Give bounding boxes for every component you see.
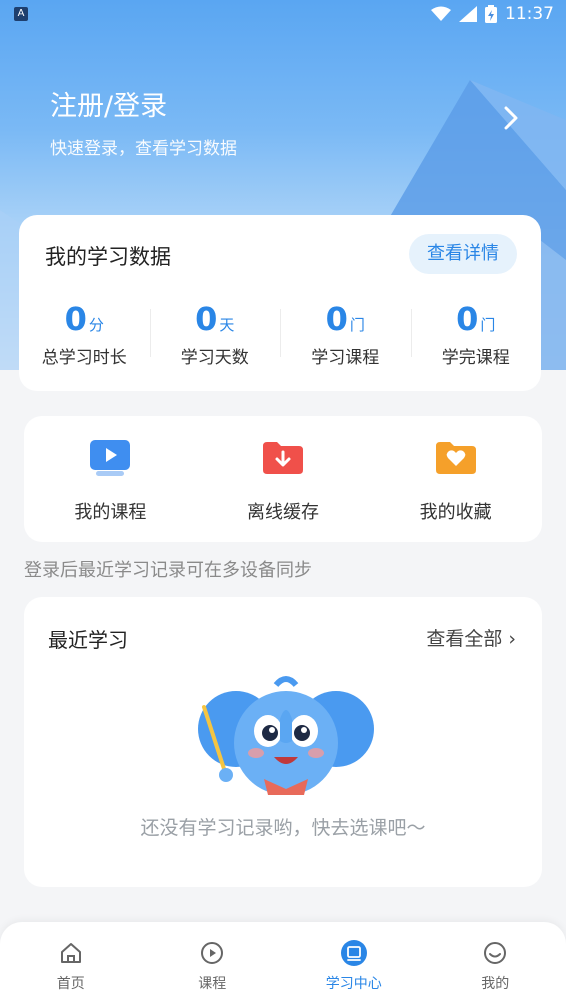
chevron-right-icon[interactable] <box>498 104 524 132</box>
menu-label: 我的收藏 <box>419 502 492 523</box>
stat-value: 0 <box>456 300 479 338</box>
stat-unit: 分 <box>88 316 104 334</box>
app-notification-icon: A <box>14 7 28 21</box>
view-details-button[interactable]: 查看详情 <box>409 234 517 274</box>
tab-home[interactable]: 首页 <box>0 922 142 1006</box>
elephant-mascot-illustration <box>198 676 374 795</box>
tab-learning-center[interactable]: 学习中心 <box>283 922 425 1006</box>
menu-my-favorites[interactable]: 我的收藏 <box>369 416 542 542</box>
view-all-link[interactable]: 查看全部 › <box>426 624 516 651</box>
login-subtitle: 快速登录，查看学习数据 <box>50 139 237 159</box>
stats-title: 我的学习数据 <box>45 245 171 269</box>
download-folder-icon <box>263 442 303 474</box>
stat-study-days[interactable]: 0天 学习天数 <box>149 300 281 368</box>
chevron-right-icon: › <box>502 628 516 650</box>
learning-stats-card: 我的学习数据 查看详情 0分 总学习时长 0天 学习天数 0门 学习课程 0门 … <box>19 215 541 391</box>
tab-label: 课程 <box>198 976 227 992</box>
profile-icon <box>484 942 507 964</box>
bottom-tab-bar: 首页 课程 学习中心 我的 <box>0 922 566 1006</box>
book-icon <box>340 940 367 966</box>
signal-icon <box>459 6 477 22</box>
menu-label: 离线缓存 <box>247 502 319 523</box>
stat-label: 学完课程 <box>441 348 510 368</box>
tab-label: 学习中心 <box>325 976 382 992</box>
stat-unit: 门 <box>480 316 496 334</box>
empty-state-text: 还没有学习记录哟，快去选课吧～ <box>140 817 426 839</box>
recent-title: 最近学习 <box>48 628 128 652</box>
stat-courses-completed[interactable]: 0门 学完课程 <box>410 300 542 368</box>
play-circle-icon <box>201 942 224 964</box>
stat-label: 总学习时长 <box>41 348 127 368</box>
stat-label: 学习课程 <box>311 348 380 368</box>
menu-offline-cache[interactable]: 离线缓存 <box>197 416 370 542</box>
stat-unit: 门 <box>349 316 365 334</box>
stat-value: 0 <box>325 300 348 338</box>
stat-label: 学习天数 <box>180 348 249 368</box>
stat-value: 0 <box>195 300 218 338</box>
tab-mine[interactable]: 我的 <box>425 922 566 1006</box>
heart-folder-icon <box>435 442 476 474</box>
status-bar: A 11:37 <box>0 0 566 30</box>
stat-courses-studied[interactable]: 0门 学习课程 <box>280 301 411 368</box>
battery-icon <box>485 5 497 23</box>
tab-label: 首页 <box>56 976 85 992</box>
stats-row: 0分 总学习时长 0天 学习天数 0门 学习课程 0门 学完课程 <box>19 301 541 368</box>
login-register-link[interactable]: 注册/登录 <box>50 84 167 123</box>
clock: 11:37 <box>505 4 554 24</box>
stat-unit: 天 <box>219 316 235 334</box>
stat-value: 0 <box>64 300 87 338</box>
play-screen-icon <box>90 440 131 476</box>
view-all-label: 查看全部 <box>426 628 503 650</box>
wifi-icon <box>431 6 451 21</box>
sync-note: 登录后最近学习记录可在多设备同步 <box>24 560 312 581</box>
tab-courses[interactable]: 课程 <box>142 922 284 1006</box>
home-icon <box>60 943 81 963</box>
menu-label: 我的课程 <box>74 502 147 523</box>
quick-menu-card: 我的课程 离线缓存 我的收藏 <box>24 416 542 542</box>
tab-label: 我的 <box>481 976 510 992</box>
recent-learning-card: 最近学习 查看全部 › 还没有学习记录哟，快去选课吧～ <box>24 597 542 887</box>
menu-my-courses[interactable]: 我的课程 <box>24 416 197 542</box>
stat-total-time[interactable]: 0分 总学习时长 <box>19 301 150 368</box>
